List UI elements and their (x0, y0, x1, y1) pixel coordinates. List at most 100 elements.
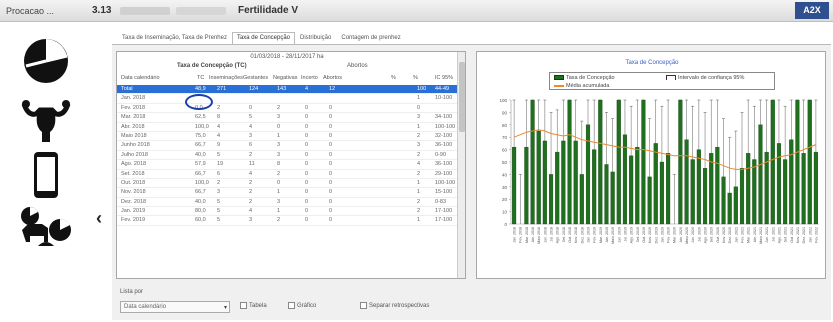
tab-bar: Taxa de Inseminação, Taxa de Prenhez Tax… (117, 32, 406, 44)
chart-bar (567, 99, 572, 225)
x-tick-label: Out. 2019 (642, 227, 646, 243)
table-scrollbar[interactable] (457, 52, 465, 278)
checkbox-label: Tabela (249, 303, 267, 310)
table-row[interactable]: Jan. 2018 1 10-100 (117, 94, 457, 104)
chart-bar (783, 159, 788, 225)
checkbox-table[interactable]: Tabela (240, 302, 267, 312)
column-header[interactable]: Negativas (273, 75, 297, 81)
x-tick-label: Jul. 2018 (550, 227, 554, 242)
column-header[interactable]: Gestantes (243, 75, 268, 81)
table-row[interactable]: Set. 2018 66,7 6 4 2 0 0 2 29-100 (117, 170, 457, 179)
column-header[interactable]: IC 95% (435, 75, 453, 81)
legend-item-bar: Taxa de Concepção (554, 75, 615, 81)
column-header[interactable]: TC (197, 75, 204, 81)
table-cell: 19 (217, 161, 224, 168)
y-tick-label: 100 (499, 98, 507, 103)
x-tick-label: Set. 2020 (710, 227, 714, 242)
pie-chart-icon[interactable] (18, 36, 74, 86)
checkbox-chart[interactable]: Gráfico (288, 302, 316, 312)
uterus-icon[interactable] (18, 96, 74, 146)
chart-bar (813, 151, 818, 225)
chart-bar (641, 99, 646, 225)
table-cell: 0 (329, 123, 333, 130)
table-row[interactable]: Fev. 2018 0,0 2 0 2 0 0 0 (117, 104, 457, 114)
y-tick-label: 80 (502, 123, 508, 128)
table-cell: 17-100 (435, 208, 453, 215)
table-cell: 0 (329, 217, 333, 224)
table-cell: 0 (277, 179, 281, 186)
table-row[interactable]: Junho 2018 66,7 9 6 3 0 0 3 36-100 (117, 141, 457, 151)
x-tick-label: Jun. 2020 (691, 227, 695, 243)
legend-label: Intervalo de confiança 95% (678, 75, 745, 81)
column-header[interactable]: Incerto (301, 75, 318, 81)
table-cell: 57,9 (195, 161, 206, 168)
table-row[interactable]: Nov. 2018 66,7 3 2 1 0 0 1 15-100 (117, 188, 457, 198)
table-row[interactable]: Julho 2018 40,0 5 2 3 0 0 2 0-90 (117, 151, 457, 161)
chart-title: Taxa de Concepção (625, 60, 679, 66)
table-cell: 0 (277, 123, 281, 130)
table-row[interactable]: Total 48,9 271 124 143 4 12 100 44-49 (117, 85, 457, 95)
table-row[interactable]: Maio 2018 75,0 4 3 1 0 0 2 32-100 (117, 132, 457, 142)
table-cell: 0 (329, 189, 333, 196)
column-header[interactable]: Abortos (323, 75, 342, 81)
table-cell: 0 (305, 123, 309, 130)
table-cell: 2 (417, 198, 421, 205)
table-row[interactable]: Ago. 2018 57,9 19 11 8 0 0 4 36-100 (117, 160, 457, 170)
x-tick-label: Set. 2018 (562, 227, 566, 242)
x-tick-label: Jul. 2020 (697, 227, 701, 242)
table-row[interactable]: Abr. 2018 100,0 4 4 0 0 0 1 100-100 (117, 123, 457, 132)
table-row[interactable]: Out. 2018 100,0 2 2 0 0 0 1 100-100 (117, 179, 457, 189)
chevron-left-icon[interactable]: ‹ (96, 208, 110, 228)
x-tick-label: Jul. 2021 (771, 227, 775, 242)
chart-bar (635, 146, 640, 225)
table-cell: 17-100 (435, 217, 453, 224)
table-row[interactable]: Jan. 2019 80,0 5 4 1 0 0 2 17-100 (117, 207, 457, 217)
table-cell: 1 (417, 217, 421, 224)
chart-bar (573, 140, 578, 225)
x-tick-label: Dez. 2019 (654, 227, 658, 243)
table-cell: 12 (329, 86, 336, 92)
column-header[interactable]: % (391, 75, 396, 81)
table-cell: 8 (277, 161, 281, 168)
chart-bar (536, 130, 541, 225)
table-cell: 2 (217, 179, 221, 186)
tab-pregnancy-count[interactable]: Contagem de prenhez (336, 32, 405, 44)
table-cell: Fev. 2018 (121, 104, 146, 111)
x-tick-label: Out. 2021 (790, 227, 794, 243)
x-tick-label: Fev. 2018 (519, 227, 523, 243)
chart-bar (629, 155, 634, 225)
table-row[interactable]: Mar. 2018 62,5 8 5 3 0 0 3 34-100 (117, 113, 457, 123)
checkbox-box[interactable] (288, 302, 295, 309)
table-row[interactable]: Dez. 2018 40,0 5 2 3 0 0 2 0-83 (117, 198, 457, 208)
column-header[interactable]: Inseminações (209, 75, 243, 81)
table-row[interactable]: Fev. 2019 60,0 5 3 2 0 0 1 17-100 (117, 216, 457, 226)
table-cell: 0 (305, 114, 309, 121)
table-cell: 1 (417, 179, 421, 186)
column-header[interactable]: % (413, 75, 418, 81)
list-by-select[interactable]: Data calendário ▾ (120, 301, 230, 313)
column-header[interactable]: Data calendário (121, 75, 160, 81)
tab-insemination-pregnancy-rate[interactable]: Taxa de Inseminação, Taxa de Prenhez (117, 32, 232, 44)
table-cell: 100-100 (435, 179, 456, 186)
x-tick-label: Maio 2018 (537, 227, 541, 244)
x-tick-label: Dez. 2020 (728, 227, 732, 243)
chart-bar (622, 134, 628, 225)
chart-bar (752, 159, 757, 225)
table-cell: 0 (329, 151, 333, 158)
table-cell: 40,0 (195, 198, 206, 205)
table-cell: 1 (277, 132, 281, 139)
checkbox-box[interactable] (360, 302, 367, 309)
checkbox-separate-retrospective[interactable]: Separar retrospectivas (360, 302, 429, 312)
tab-distribution[interactable]: Distribuição (295, 32, 336, 44)
checkbox-box[interactable] (240, 302, 247, 309)
chart-bar (678, 99, 683, 225)
table-cell: 48,9 (195, 86, 206, 92)
scrollbar-thumb[interactable] (459, 62, 465, 132)
legend-item-error: Intervalo de confiança 95% (666, 75, 744, 81)
tab-conception-rate[interactable]: Taxa de Concepção (231, 32, 296, 44)
smartphone-icon[interactable] (18, 150, 74, 200)
cattle-group-icon[interactable] (18, 202, 74, 252)
main-content: 01/03/2018 - 28/11/2017 ha Taxa de Conce… (112, 44, 831, 320)
x-tick-label: Nov. 2020 (722, 227, 726, 243)
table-cell: 1 (417, 123, 421, 130)
